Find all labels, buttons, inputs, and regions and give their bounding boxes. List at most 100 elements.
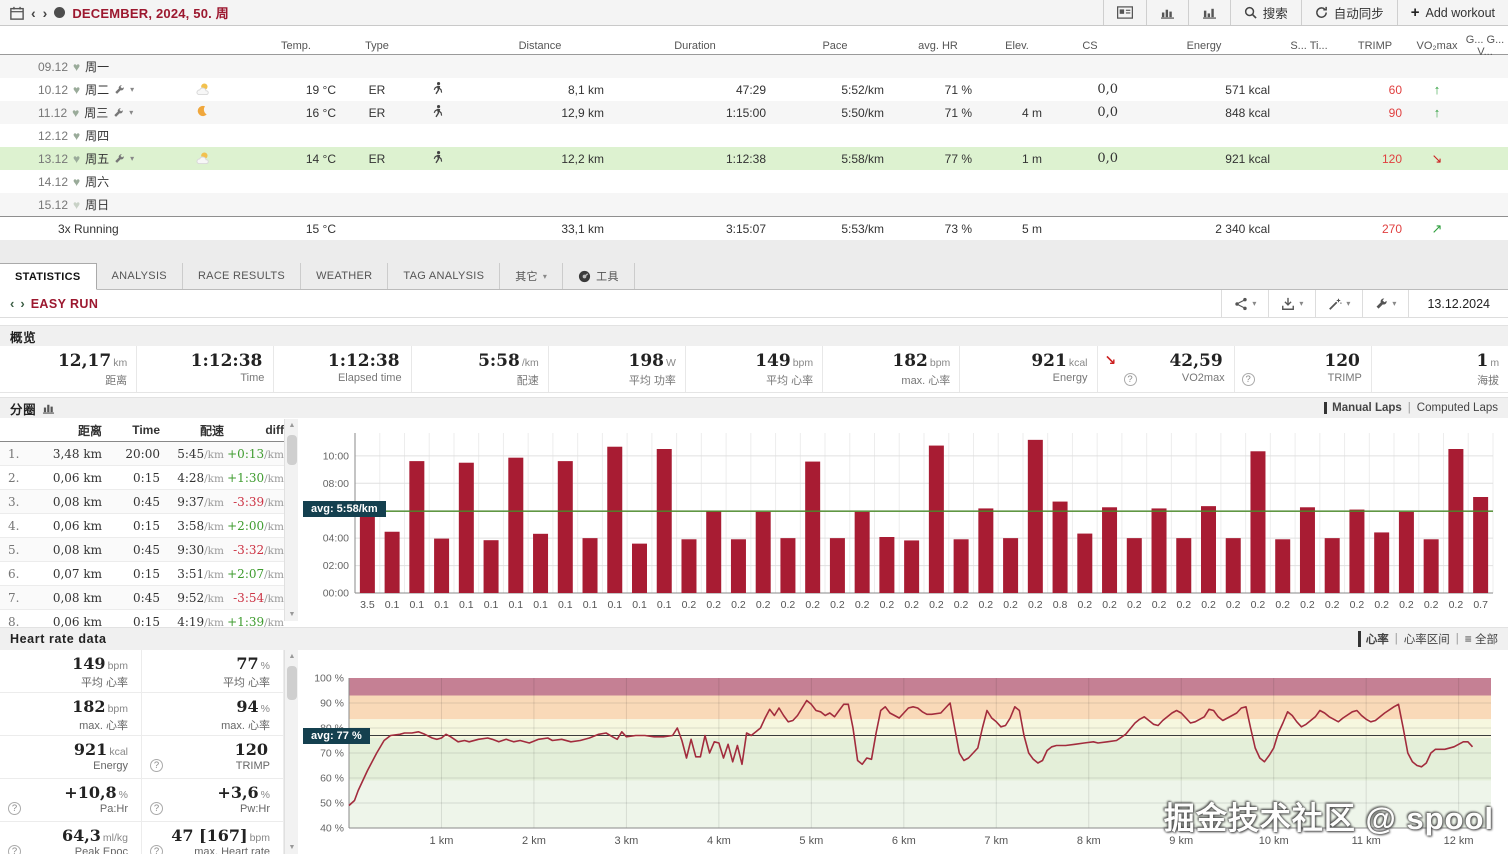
energy-cell: 848 kcal xyxy=(1128,106,1280,120)
prev-workout-button[interactable]: ‹ xyxy=(10,296,14,311)
table-row[interactable]: 09.12♥周一 xyxy=(0,55,1508,78)
auto-sync-label: 自动同步 xyxy=(1334,3,1384,22)
tab-weather[interactable]: WEATHER xyxy=(301,263,388,289)
table-row[interactable]: 13.12♥周五▾14 °CER12,2 km1:12:385:58/km77 … xyxy=(0,147,1508,170)
tab-工具[interactable]: 工具 xyxy=(563,263,635,289)
table-row[interactable]: 15.12♥周日 xyxy=(0,193,1508,216)
help-icon[interactable]: ? xyxy=(8,845,21,854)
help-icon[interactable]: ? xyxy=(1242,373,1255,386)
tab-tag-analysis[interactable]: TAG ANALYSIS xyxy=(388,263,500,289)
temp-cell: 14 °C xyxy=(246,152,346,166)
stat-label: Peak Epoc xyxy=(4,846,128,854)
hr-stats-scrollbar[interactable]: ▲ ▼ xyxy=(284,650,298,854)
stat-label: TRIMP xyxy=(1239,372,1362,384)
help-icon[interactable]: ? xyxy=(150,759,163,772)
lap-row[interactable]: 2.0,06 km0:154:28/km+1:30/km xyxy=(0,466,284,490)
scroll-down-icon[interactable]: ▼ xyxy=(285,841,299,854)
tab-statistics[interactable]: STATISTICS xyxy=(0,263,97,290)
auto-sync-button[interactable]: 自动同步 xyxy=(1302,0,1398,25)
card-view-button[interactable] xyxy=(1104,0,1147,25)
hr-section-header: Heart rate data 心率|心率区间|≡ 全部 xyxy=(0,627,1508,650)
scrollbar-thumb[interactable] xyxy=(287,666,297,700)
stat-value: 182 xyxy=(892,351,928,371)
chart-view-button[interactable] xyxy=(1147,0,1189,25)
lap-table-scrollbar[interactable]: ▲ ▼ xyxy=(284,419,298,621)
calendar-icon[interactable] xyxy=(10,6,24,20)
table-row[interactable]: 12.12♥周四 xyxy=(0,124,1508,147)
export-button[interactable]: ▾ xyxy=(1268,290,1315,317)
pace-bar xyxy=(1028,440,1043,593)
pace-bar xyxy=(879,537,894,593)
summary-pace: 5:53/km xyxy=(776,222,894,236)
trend-down-icon: ↘ xyxy=(1105,352,1117,369)
lap-row[interactable]: 6.0,07 km0:153:51/km+2:07/km xyxy=(0,562,284,586)
cs-cell: 0,0 xyxy=(1052,82,1128,97)
lap-row[interactable]: 7.0,08 km0:459:52/km-3:54/km xyxy=(0,586,284,610)
chevron-down-icon[interactable]: ▾ xyxy=(130,154,134,163)
heart-icon: ♥ xyxy=(73,175,80,189)
stat-value: 921 xyxy=(74,740,107,759)
prev-week-button[interactable]: ‹ xyxy=(31,6,36,20)
lap-column-2[interactable]: 配速 xyxy=(160,422,224,439)
link-心率[interactable]: 心率 xyxy=(1358,631,1389,647)
help-icon[interactable]: ? xyxy=(8,802,21,815)
elev-cell: 1 m xyxy=(982,152,1052,166)
pace-bar xyxy=(805,462,820,593)
scroll-down-icon[interactable]: ▼ xyxy=(285,608,299,621)
scroll-up-icon[interactable]: ▲ xyxy=(285,650,299,663)
help-icon[interactable]: ? xyxy=(1124,373,1137,386)
help-icon[interactable]: ? xyxy=(150,802,163,815)
stat-value: 94 xyxy=(236,697,258,716)
add-workout-button[interactable]: + Add workout xyxy=(1398,0,1508,25)
tab-race-results[interactable]: RACE RESULTS xyxy=(183,263,301,289)
scrollbar-thumb[interactable] xyxy=(287,435,297,465)
next-week-button[interactable]: › xyxy=(43,6,48,20)
wrench-icon[interactable] xyxy=(113,107,124,118)
hr-stat-peak-epoc: ?64,3ml/kgPeak Epoc xyxy=(0,822,142,854)
column-header-energy: Energy xyxy=(1128,40,1280,52)
edit-tools-button[interactable]: ▾ xyxy=(1315,290,1362,317)
svg-text:0.2: 0.2 xyxy=(1003,599,1018,611)
link-全部[interactable]: ≡ 全部 xyxy=(1465,631,1498,647)
share-button[interactable]: ▾ xyxy=(1221,290,1268,317)
row-day: 周二 xyxy=(85,81,109,98)
svg-text:0.1: 0.1 xyxy=(583,599,598,611)
lap-column-1[interactable]: Time xyxy=(102,423,160,437)
tab-其它[interactable]: 其它 ▾ xyxy=(500,263,563,289)
next-workout-button[interactable]: › xyxy=(20,296,24,311)
cs-cell: 0,0 xyxy=(1052,105,1128,120)
svg-text:0.2: 0.2 xyxy=(756,599,771,611)
chevron-down-icon[interactable]: ▾ xyxy=(129,108,133,117)
search-button[interactable]: 搜索 xyxy=(1231,0,1302,25)
chevron-down-icon[interactable]: ▾ xyxy=(130,85,134,94)
summary-energy: 2 340 kcal xyxy=(1128,222,1280,236)
table-row[interactable]: 14.12♥周六 xyxy=(0,170,1508,193)
wrench-icon[interactable] xyxy=(114,153,125,164)
runner-icon xyxy=(408,150,466,168)
lap-row[interactable]: 5.0,08 km0:459:30/km-3:32/km xyxy=(0,538,284,562)
lap-row[interactable]: 3.0,08 km0:459:37/km-3:39/km xyxy=(0,490,284,514)
lap-row[interactable]: 1.3,48 km20:005:45/km+0:13/km xyxy=(0,442,284,466)
tab-analysis[interactable]: ANALYSIS xyxy=(97,263,183,289)
link-Computed Laps[interactable]: Computed Laps xyxy=(1417,402,1498,414)
energy-cell: 571 kcal xyxy=(1128,83,1280,97)
bar-chart-icon[interactable] xyxy=(42,402,55,414)
link-心率区间[interactable]: 心率区间 xyxy=(1404,631,1450,647)
lap-column-3[interactable]: diff xyxy=(224,423,284,437)
lap-row[interactable]: 4.0,06 km0:153:58/km+2:00/km xyxy=(0,514,284,538)
help-icon[interactable]: ? xyxy=(150,845,163,854)
scroll-up-icon[interactable]: ▲ xyxy=(285,419,299,432)
distance-cell: 12,2 km xyxy=(466,152,614,166)
lap-number: 7. xyxy=(0,591,30,605)
lap-column-0[interactable]: 距离 xyxy=(30,422,102,439)
settings-button[interactable]: ▾ xyxy=(1362,290,1408,317)
lap-diff: -3:32/km xyxy=(224,543,284,557)
summary-duration: 3:15:07 xyxy=(614,222,776,236)
table-row[interactable]: 10.12♥周二▾19 °CER8,1 km47:295:52/km71 %0,… xyxy=(0,78,1508,101)
table-row[interactable]: 11.12♥周三▾16 °CER12,9 km1:15:005:50/km71 … xyxy=(0,101,1508,124)
chart-view-alt-button[interactable] xyxy=(1189,0,1231,25)
wrench-icon[interactable] xyxy=(114,84,125,95)
link-Manual Laps[interactable]: Manual Laps xyxy=(1324,402,1402,414)
workout-date[interactable]: 13.12.2024 xyxy=(1408,290,1508,317)
today-icon[interactable] xyxy=(54,7,65,18)
